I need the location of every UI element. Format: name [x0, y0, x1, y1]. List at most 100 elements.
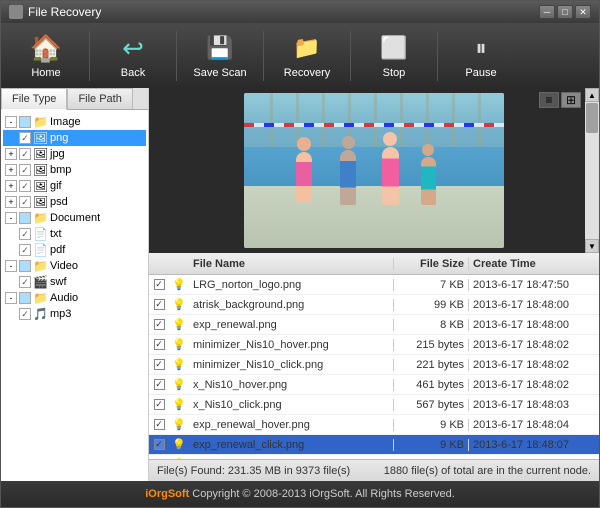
file-row-size: 7 KB [394, 279, 469, 291]
file-row[interactable]: 💡 x_Nis10_click.png 567 bytes 2013-6-17 … [149, 395, 599, 415]
file-row-selected[interactable]: 💡 exp_renewal_click.png 9 KB 2013-6-17 1… [149, 435, 599, 455]
tree-item-gif[interactable]: + 🖼 gif [3, 178, 146, 194]
expand-bmp[interactable]: + [5, 164, 17, 176]
check-bmp[interactable] [19, 164, 31, 176]
main-area: File Type File Path - 📁 Image [1, 88, 599, 481]
expand-image[interactable]: - [5, 116, 17, 128]
home-label: Home [31, 67, 60, 79]
header-date-col[interactable]: Create Time [469, 258, 599, 270]
label-psd: psd [50, 196, 68, 208]
check-video[interactable] [19, 260, 31, 272]
check-jpg[interactable] [19, 148, 31, 160]
footer-brand: iOrgSoft [145, 488, 189, 500]
stop-button[interactable]: Stop [359, 28, 429, 84]
file-row-icon: 💡 [169, 378, 189, 391]
file-row-check[interactable] [149, 379, 169, 390]
file-row-check[interactable] [149, 339, 169, 350]
tree-item-audio[interactable]: - 📁 Audio [3, 290, 146, 306]
expand-jpg[interactable]: + [5, 148, 17, 160]
pause-button[interactable]: Pause [446, 28, 516, 84]
maximize-button[interactable]: □ [557, 5, 573, 19]
file-row-check[interactable] [149, 439, 169, 450]
grid-view-button[interactable]: ⊞ [561, 92, 581, 108]
expand-audio[interactable]: - [5, 292, 17, 304]
file-row-check[interactable] [149, 279, 169, 290]
scroll-track [585, 102, 599, 239]
tree-item-image[interactable]: - 📁 Image [3, 114, 146, 130]
file-list-header: File Name File Size Create Time [149, 253, 599, 275]
file-row-check[interactable] [149, 419, 169, 430]
expand-video[interactable]: - [5, 260, 17, 272]
file-row[interactable]: 💡 minimizer_Nis10_hover.png 215 bytes 20… [149, 335, 599, 355]
tree-item-mp3[interactable]: 🎵 mp3 [3, 306, 146, 322]
file-row-check[interactable] [149, 399, 169, 410]
tree-item-pdf[interactable]: 📄 pdf [3, 242, 146, 258]
file-row[interactable]: 💡 atrisk_background.png 99 KB 2013-6-17 … [149, 295, 599, 315]
file-row[interactable]: 💡 exp_renewal_hover.png 9 KB 2013-6-17 1… [149, 415, 599, 435]
check-mp3[interactable] [19, 308, 31, 320]
check-image[interactable] [19, 116, 31, 128]
file-row-check[interactable] [149, 299, 169, 310]
check-audio[interactable] [19, 292, 31, 304]
window-title: File Recovery [28, 5, 539, 19]
home-button[interactable]: Home [11, 28, 81, 84]
file-type-tree[interactable]: - 📁 Image 🖼 png + 🖼 jpg [1, 110, 148, 481]
savescan-button[interactable]: Save Scan [185, 28, 255, 84]
expand-psd[interactable]: + [5, 196, 17, 208]
expand-gif[interactable]: + [5, 180, 17, 192]
check-swf[interactable] [19, 276, 31, 288]
tab-filetype[interactable]: File Type [1, 88, 67, 110]
scroll-down-button[interactable]: ▼ [585, 239, 599, 253]
scroll-thumb[interactable] [586, 103, 598, 133]
recovery-button[interactable]: Recovery [272, 28, 342, 84]
check-pdf[interactable] [19, 244, 31, 256]
preview-scrollbar[interactable]: ▲ ▼ [585, 88, 599, 253]
file-row-icon: 💡 [169, 338, 189, 351]
file-row[interactable]: 💡 exp_renewal.png 8 KB 2013-6-17 18:48:0… [149, 315, 599, 335]
file-row-size: 9 KB [394, 419, 469, 431]
home-icon [30, 32, 62, 64]
tree-item-swf[interactable]: 🎬 swf [3, 274, 146, 290]
file-row[interactable]: 💡 LRG_norton_logo.png 7 KB 2013-6-17 18:… [149, 275, 599, 295]
file-icon-swf: 🎬 [33, 275, 47, 289]
tree-item-psd[interactable]: + 🖼 psd [3, 194, 146, 210]
tree-item-bmp[interactable]: + 🖼 bmp [3, 162, 146, 178]
tree-item-jpg[interactable]: + 🖼 jpg [3, 146, 146, 162]
tree-item-video[interactable]: - 📁 Video [3, 258, 146, 274]
header-size-col[interactable]: File Size [394, 258, 469, 270]
tree-item-txt[interactable]: 📄 txt [3, 226, 146, 242]
header-name-col[interactable]: File Name [189, 258, 394, 270]
right-panel: ≡ ⊞ ▲ ▼ File Name [149, 88, 599, 481]
file-row-name: x_Nis10_click.png [189, 399, 394, 411]
file-row-check[interactable] [149, 359, 169, 370]
check-document[interactable] [19, 212, 31, 224]
check-gif[interactable] [19, 180, 31, 192]
minimize-button[interactable]: ─ [539, 5, 555, 19]
file-row-icon: 💡 [169, 358, 189, 371]
recovery-icon [291, 32, 323, 64]
expand-document[interactable]: - [5, 212, 17, 224]
check-png[interactable] [19, 132, 31, 144]
file-row[interactable]: 💡 x_Nis10_hover.png 461 bytes 2013-6-17 … [149, 375, 599, 395]
tree-item-png[interactable]: 🖼 png [3, 130, 146, 146]
file-row-check[interactable] [149, 319, 169, 330]
check-psd[interactable] [19, 196, 31, 208]
check-txt[interactable] [19, 228, 31, 240]
file-list-body: 💡 LRG_norton_logo.png 7 KB 2013-6-17 18:… [149, 275, 599, 459]
label-video: Video [50, 260, 78, 272]
file-row[interactable]: 💡 minimizer_Nis10_click.png 221 bytes 20… [149, 355, 599, 375]
pause-icon [465, 32, 497, 64]
back-button[interactable]: Back [98, 28, 168, 84]
file-icon-pdf: 📄 [33, 243, 47, 257]
file-row-name: x_Nis10_hover.png [189, 379, 394, 391]
list-view-button[interactable]: ≡ [539, 92, 559, 108]
folder-icon-image: 📁 [33, 115, 47, 129]
status-bar: File(s) Found: 231.35 MB in 9373 file(s)… [149, 459, 599, 481]
scroll-up-button[interactable]: ▲ [585, 88, 599, 102]
close-button[interactable]: ✕ [575, 5, 591, 19]
file-row-size: 9 KB [394, 439, 469, 451]
tree-item-document[interactable]: - 📁 Document [3, 210, 146, 226]
pause-label: Pause [465, 67, 496, 79]
tab-filepath[interactable]: File Path [67, 88, 132, 109]
file-row-icon: 💡 [169, 298, 189, 311]
